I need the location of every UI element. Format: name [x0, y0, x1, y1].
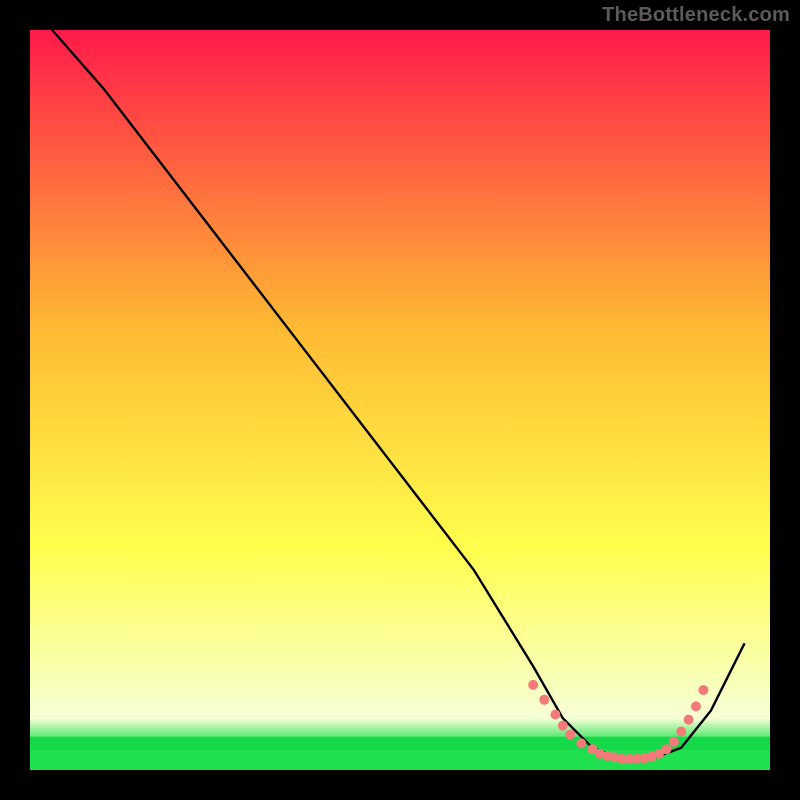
marker-dot — [558, 721, 568, 731]
marker-dot — [661, 744, 671, 754]
marker-dot — [576, 738, 586, 748]
marker-dot — [528, 680, 538, 690]
bottleneck-chart — [0, 0, 800, 800]
marker-dot — [550, 710, 560, 720]
marker-dot — [669, 737, 679, 747]
marker-dot — [565, 729, 575, 739]
marker-dot — [698, 685, 708, 695]
chart-frame: TheBottleneck.com — [0, 0, 800, 800]
plot-area — [30, 30, 770, 770]
watermark-text: TheBottleneck.com — [602, 4, 790, 27]
marker-dot — [691, 701, 701, 711]
marker-dot — [676, 727, 686, 737]
marker-dot — [539, 695, 549, 705]
marker-dot — [684, 715, 694, 725]
